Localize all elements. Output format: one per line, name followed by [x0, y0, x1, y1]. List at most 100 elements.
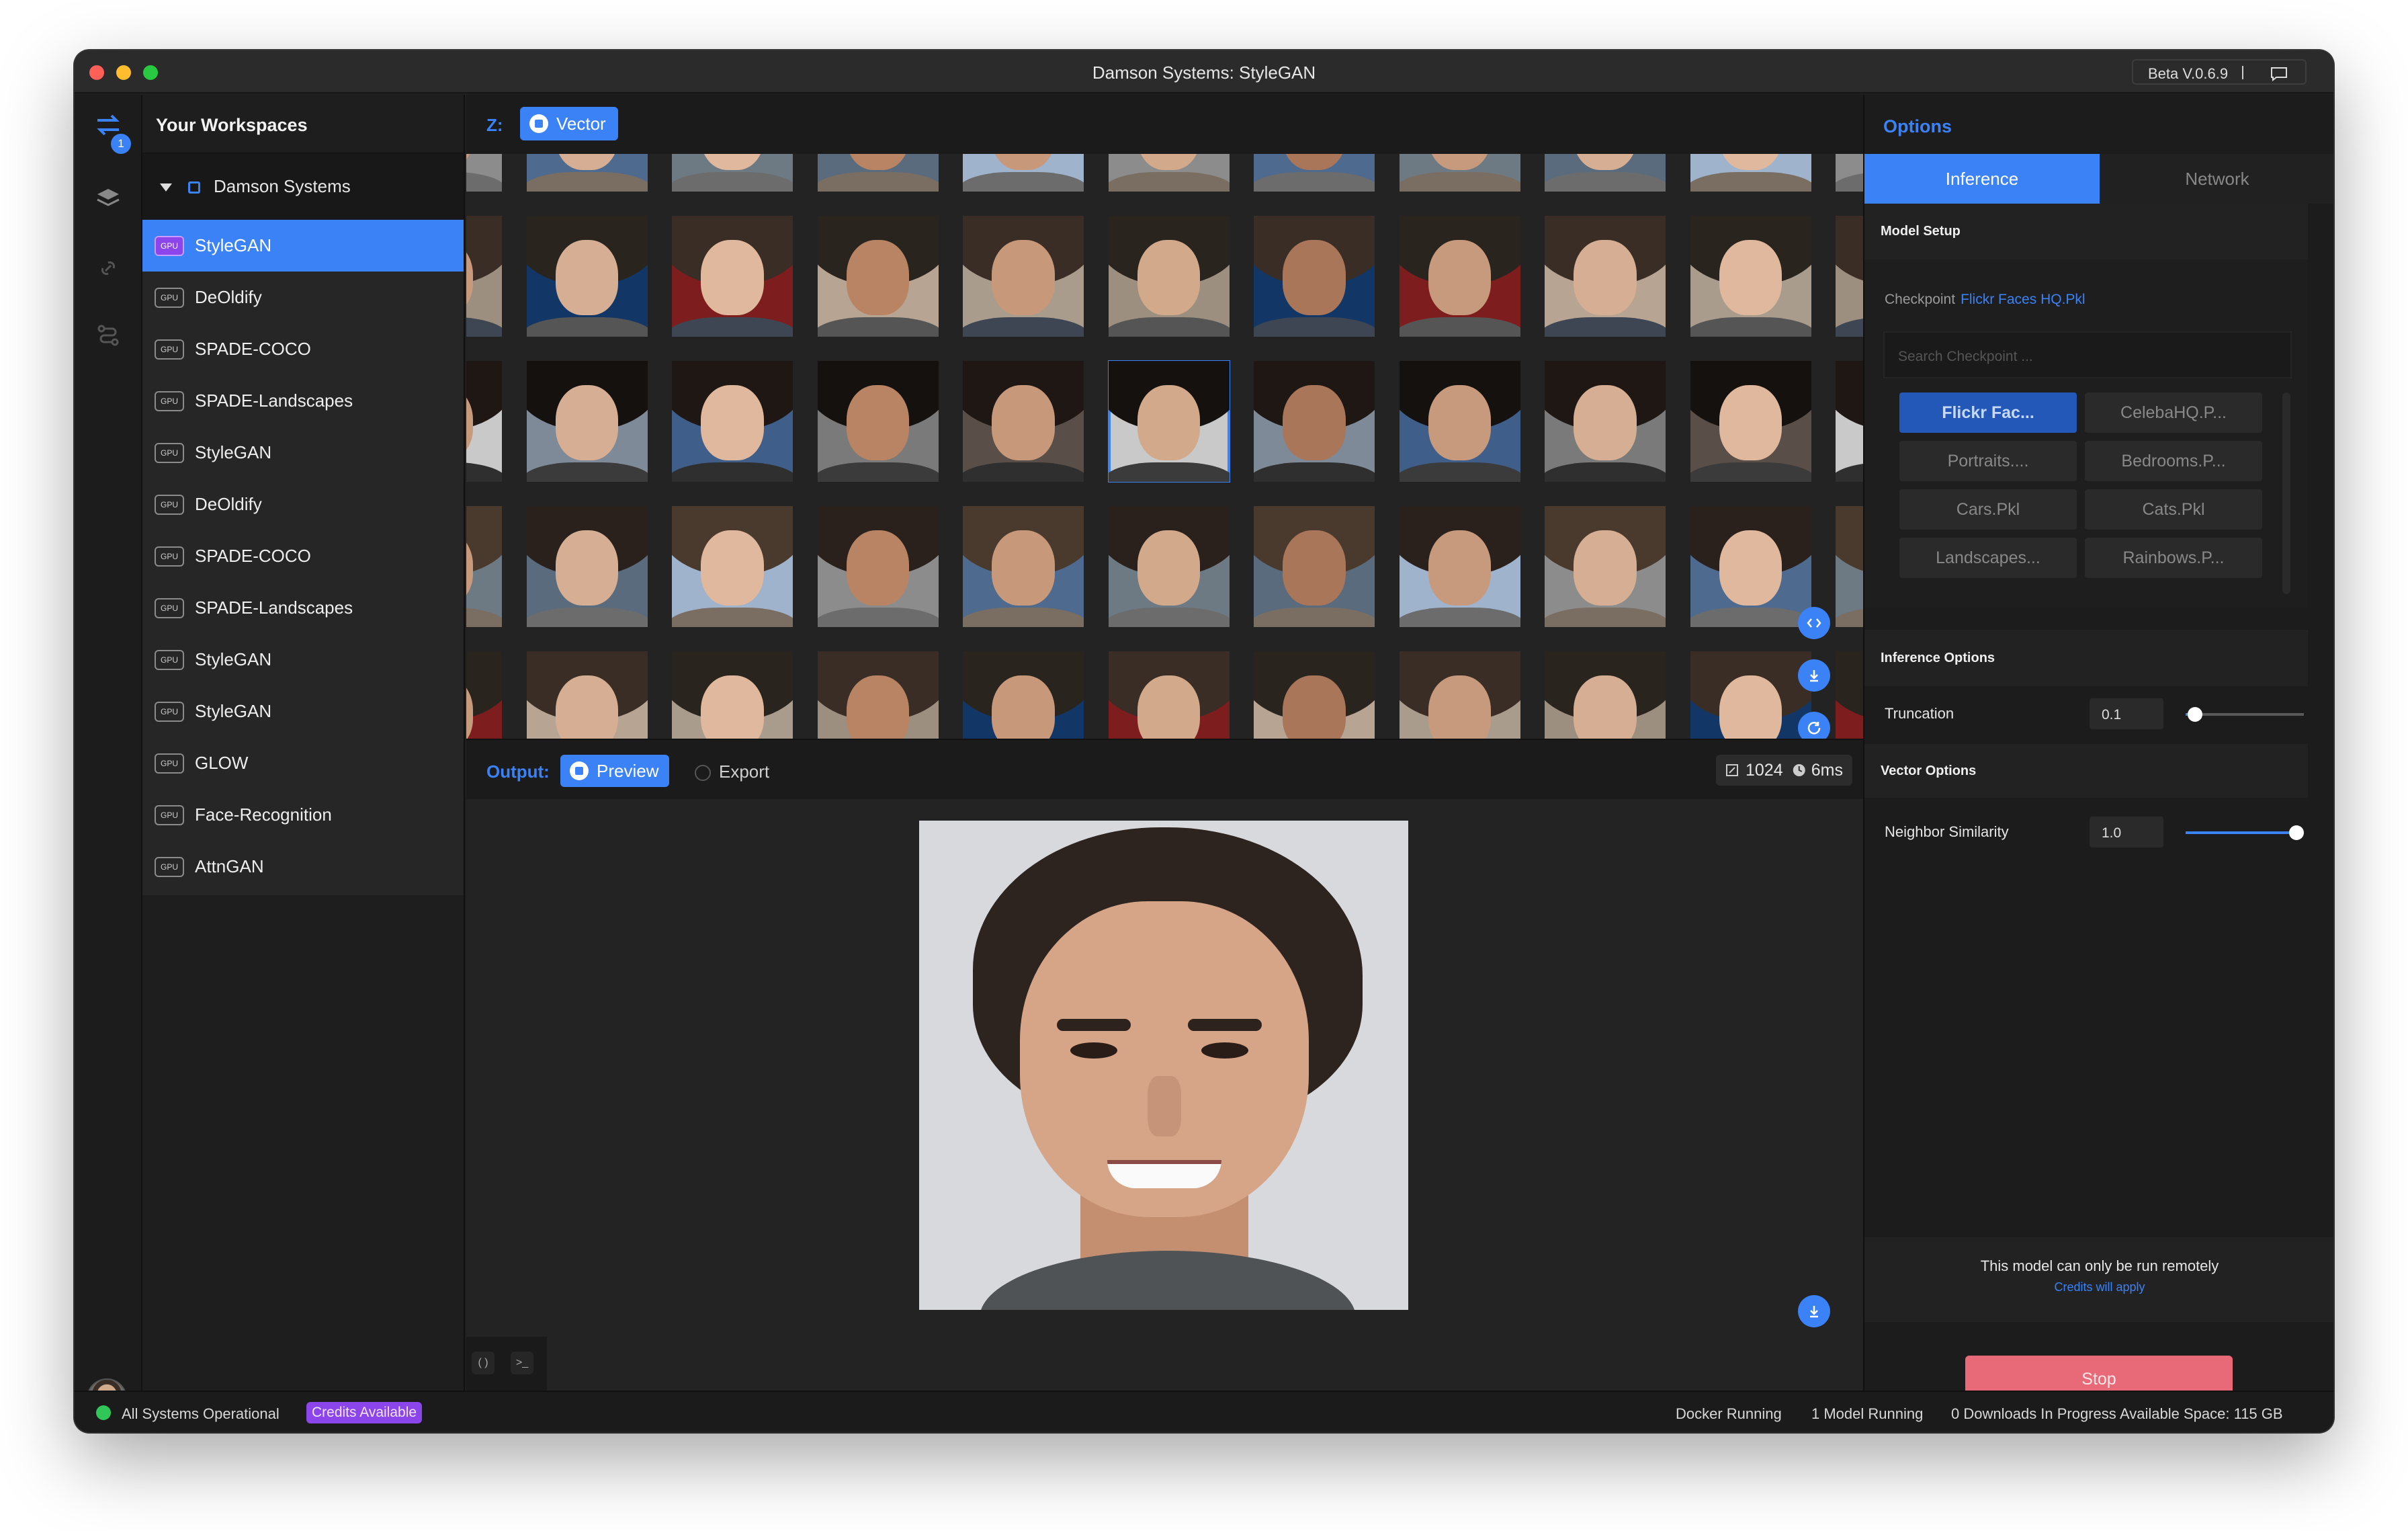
latent-face-thumbnail[interactable]: [672, 154, 793, 192]
latent-face-thumbnail[interactable]: [817, 506, 939, 627]
latent-face-thumbnail[interactable]: [1399, 361, 1520, 482]
latent-face-thumbnail[interactable]: [1545, 361, 1666, 482]
tab-inference[interactable]: Inference: [1864, 154, 2100, 204]
layers-icon[interactable]: [95, 186, 122, 210]
latent-face-thumbnail[interactable]: [1254, 361, 1375, 482]
latent-face-thumbnail[interactable]: [1690, 154, 1811, 192]
code-icon[interactable]: [1798, 607, 1830, 639]
latent-face-thumbnail[interactable]: [963, 506, 1084, 627]
checkpoint-option[interactable]: Portraits....: [1899, 441, 2077, 481]
sidebar-item-model[interactable]: GPU SPADE-Landscapes: [142, 582, 464, 634]
latent-grid[interactable]: [466, 154, 1863, 739]
latent-face-thumbnail[interactable]: [1108, 154, 1230, 192]
latent-face-thumbnail[interactable]: [526, 216, 648, 337]
sidebar-item-model[interactable]: GPU StyleGAN: [142, 634, 464, 686]
sidebar-item-model[interactable]: GPU StyleGAN: [142, 220, 464, 272]
checkpoint-option[interactable]: Cars.Pkl: [1899, 489, 2077, 530]
latent-face-thumbnail[interactable]: [1690, 361, 1811, 482]
download-icon[interactable]: [1798, 659, 1830, 692]
truncation-slider[interactable]: [2186, 707, 2304, 722]
latent-face-thumbnail[interactable]: [1399, 506, 1520, 627]
latent-face-thumbnail[interactable]: [672, 216, 793, 337]
similarity-slider[interactable]: [2186, 825, 2305, 840]
latent-face-thumbnail[interactable]: [672, 361, 793, 482]
flow-icon[interactable]: [95, 323, 122, 347]
download-preview-icon[interactable]: [1798, 1295, 1830, 1327]
sidebar-item-model[interactable]: GPU DeOldify: [142, 272, 464, 323]
tab-network[interactable]: Network: [2100, 154, 2333, 204]
latent-face-thumbnail[interactable]: [1545, 154, 1666, 192]
checkpoint-option[interactable]: Rainbows.P...: [2085, 538, 2262, 578]
latent-face-thumbnail[interactable]: [466, 651, 502, 739]
sidebar-item-model[interactable]: GPU SPADE-Landscapes: [142, 375, 464, 427]
truncation-input[interactable]: 0.1: [2090, 698, 2163, 729]
latent-face-thumbnail[interactable]: [526, 651, 648, 739]
latent-face-thumbnail[interactable]: [1254, 216, 1375, 337]
braces-icon[interactable]: ( ): [472, 1352, 494, 1374]
latent-face-thumbnail[interactable]: [1690, 651, 1811, 739]
link-icon[interactable]: [95, 256, 122, 280]
latent-face-thumbnail[interactable]: [1399, 154, 1520, 192]
latent-face-thumbnail[interactable]: [817, 651, 939, 739]
checkpoint-option[interactable]: CelebaHQ.P...: [2085, 392, 2262, 433]
latent-face-thumbnail[interactable]: [1836, 361, 1863, 482]
latent-face-thumbnail[interactable]: [1108, 651, 1230, 739]
latent-face-thumbnail[interactable]: [963, 651, 1084, 739]
workspace-group[interactable]: Damson Systems: [142, 154, 464, 220]
checkpoint-search-input[interactable]: Search Checkpoint ...: [1883, 331, 2292, 378]
latent-face-thumbnail[interactable]: [466, 506, 502, 627]
export-button[interactable]: Export: [695, 761, 769, 782]
latent-face-thumbnail[interactable]: [466, 216, 502, 337]
latent-face-thumbnail[interactable]: [526, 361, 648, 482]
latent-face-thumbnail[interactable]: [672, 506, 793, 627]
latent-face-thumbnail[interactable]: [1836, 154, 1863, 192]
sidebar-item-model[interactable]: GPU StyleGAN: [142, 686, 464, 737]
latent-face-thumbnail[interactable]: [1254, 154, 1375, 192]
terminal-icon[interactable]: >_: [511, 1352, 533, 1374]
feedback-icon[interactable]: [2270, 67, 2288, 81]
vector-button[interactable]: Vector: [520, 107, 618, 140]
latent-face-thumbnail[interactable]: [1545, 651, 1666, 739]
sidebar-item-model[interactable]: GPU GLOW: [142, 737, 464, 789]
latent-face-thumbnail[interactable]: [817, 216, 939, 337]
latent-face-thumbnail[interactable]: [1108, 216, 1230, 337]
sidebar-item-model[interactable]: GPU DeOldify: [142, 479, 464, 530]
latent-face-thumbnail[interactable]: [1399, 216, 1520, 337]
latent-face-thumbnail[interactable]: [466, 154, 502, 192]
latent-face-thumbnail[interactable]: [963, 361, 1084, 482]
latent-face-thumbnail[interactable]: [1836, 506, 1863, 627]
latent-face-thumbnail[interactable]: [1399, 651, 1520, 739]
latent-face-thumbnail[interactable]: [1690, 506, 1811, 627]
latent-face-thumbnail[interactable]: [526, 154, 648, 192]
similarity-input[interactable]: 1.0: [2090, 817, 2163, 847]
latent-face-thumbnail[interactable]: [1690, 216, 1811, 337]
latent-face-thumbnail[interactable]: [1107, 360, 1230, 483]
similarity-slider-knob[interactable]: [2289, 825, 2305, 840]
latent-face-thumbnail[interactable]: [963, 216, 1084, 337]
latent-face-thumbnail[interactable]: [466, 361, 502, 482]
sidebar-item-model[interactable]: GPU Face-Recognition: [142, 789, 464, 841]
checkpoint-option[interactable]: Bedrooms.P...: [2085, 441, 2262, 481]
latent-face-thumbnail[interactable]: [1836, 651, 1863, 739]
latent-face-thumbnail[interactable]: [1545, 506, 1666, 627]
sidebar-item-model[interactable]: GPU StyleGAN: [142, 427, 464, 479]
sidebar-item-model[interactable]: GPU SPADE-COCO: [142, 323, 464, 375]
sidebar-item-model[interactable]: GPU AttnGAN: [142, 841, 464, 893]
latent-face-thumbnail[interactable]: [672, 651, 793, 739]
latent-face-thumbnail[interactable]: [1836, 216, 1863, 337]
checkpoint-scrollbar[interactable]: [2282, 392, 2290, 594]
latent-face-thumbnail[interactable]: [817, 361, 939, 482]
checkpoint-option[interactable]: Landscapes...: [1899, 538, 2077, 578]
latent-face-thumbnail[interactable]: [963, 154, 1084, 192]
latent-face-thumbnail[interactable]: [1108, 506, 1230, 627]
latent-face-thumbnail[interactable]: [526, 506, 648, 627]
credits-badge[interactable]: Credits Available: [306, 1402, 423, 1423]
caret-down-icon[interactable]: [160, 183, 172, 192]
checkpoint-option[interactable]: Cats.Pkl: [2085, 489, 2262, 530]
checkpoint-option[interactable]: Flickr Fac...: [1899, 392, 2077, 433]
latent-face-thumbnail[interactable]: [1254, 651, 1375, 739]
latent-face-thumbnail[interactable]: [1545, 216, 1666, 337]
preview-button[interactable]: Preview: [560, 755, 669, 787]
sidebar-item-model[interactable]: GPU SPADE-COCO: [142, 530, 464, 582]
latent-face-thumbnail[interactable]: [1254, 506, 1375, 627]
